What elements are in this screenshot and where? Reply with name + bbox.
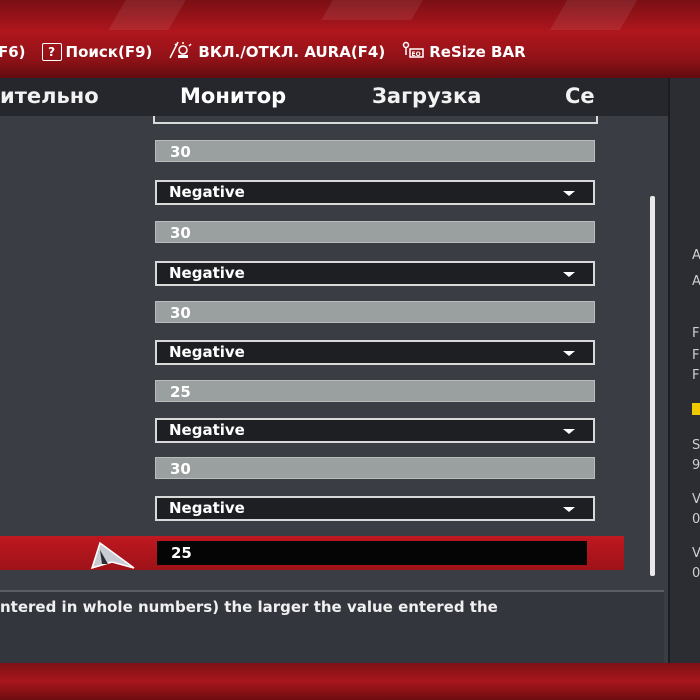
help-description-panel: ntered in whole numbers) the larger the … [0, 590, 664, 665]
dropdown-value: Negative [169, 343, 245, 361]
dropdown-value: Negative [169, 421, 245, 439]
right-panel-item: F [692, 348, 700, 363]
search-hotkey-label: Поиск(F9) [65, 43, 153, 61]
dropdown-select[interactable]: Negative [155, 418, 595, 443]
tab-bar: ительно Монитор Загрузка Се [0, 78, 668, 116]
resize-bar-label: ReSize BAR [429, 43, 526, 61]
chevron-down-icon [563, 191, 575, 196]
footer-background [0, 663, 700, 700]
chevron-down-icon [563, 507, 575, 512]
scrollbar[interactable] [650, 196, 655, 576]
right-panel-item: A [692, 248, 700, 263]
right-panel-item: V [692, 492, 700, 507]
resize-bar-hotkey[interactable]: EO ReSize BAR [401, 41, 526, 63]
right-info-panel: A A F F F S 9 V 0 V 0 [668, 78, 700, 663]
tab-monitor[interactable]: Монитор [180, 84, 286, 108]
svg-text:EO: EO [412, 51, 421, 58]
right-panel-item: F [692, 368, 700, 383]
chevron-down-icon [563, 272, 575, 277]
right-panel-item: F [692, 326, 700, 341]
dropdown-select[interactable]: Negative [155, 180, 595, 205]
mouse-cursor-icon [88, 540, 138, 576]
dropdown-select[interactable]: Negative [155, 340, 595, 365]
number-field[interactable]: 25 [155, 380, 595, 402]
right-panel-item: 0 [692, 512, 700, 527]
right-panel-item: 9 [692, 458, 700, 473]
right-panel-item: S [692, 438, 700, 453]
dropdown-value: Negative [169, 499, 245, 517]
aura-toggle-label: ВКЛ./ОТКЛ. AURA(F4) [198, 43, 386, 61]
right-panel-item: V [692, 546, 700, 561]
tab-service[interactable]: Се [565, 84, 595, 108]
dropdown-select[interactable]: Negative [155, 496, 595, 521]
tab-boot[interactable]: Загрузка [372, 84, 481, 108]
right-panel-item: 0 [692, 566, 700, 581]
dropdown-value: Negative [169, 183, 245, 201]
hotkey-f6[interactable]: F6) [0, 43, 26, 61]
chevron-down-icon [563, 351, 575, 356]
resize-bar-icon: EO [401, 41, 425, 63]
dropdown-select[interactable]: Negative [155, 261, 595, 286]
question-box-icon: ? [41, 43, 62, 61]
status-indicator [692, 403, 700, 415]
number-field[interactable]: 30 [155, 221, 595, 243]
partial-dropdown[interactable] [153, 116, 598, 124]
number-field[interactable]: 30 [155, 140, 595, 162]
dropdown-value: Negative [169, 264, 245, 282]
tab-advanced[interactable]: ительно [0, 84, 99, 108]
right-panel-item: A [692, 274, 700, 289]
number-field[interactable]: 30 [155, 301, 595, 323]
help-text: ntered in whole numbers) the larger the … [0, 598, 498, 616]
hotkey-bar: F6) ? Поиск(F9) ВКЛ./ОТКЛ. AURA(F4) EO R… [0, 36, 700, 68]
active-number-input[interactable]: 25 [157, 541, 587, 565]
chevron-down-icon [563, 429, 575, 434]
search-hotkey[interactable]: ? Поиск(F9) [41, 43, 153, 61]
aura-toggle-hotkey[interactable]: ВКЛ./ОТКЛ. AURA(F4) [168, 40, 385, 64]
number-field[interactable]: 30 [155, 457, 595, 479]
aura-light-icon [168, 40, 194, 64]
header-background: F6) ? Поиск(F9) ВКЛ./ОТКЛ. AURA(F4) EO R… [0, 0, 700, 80]
hotkey-f6-label: F6) [0, 43, 26, 61]
